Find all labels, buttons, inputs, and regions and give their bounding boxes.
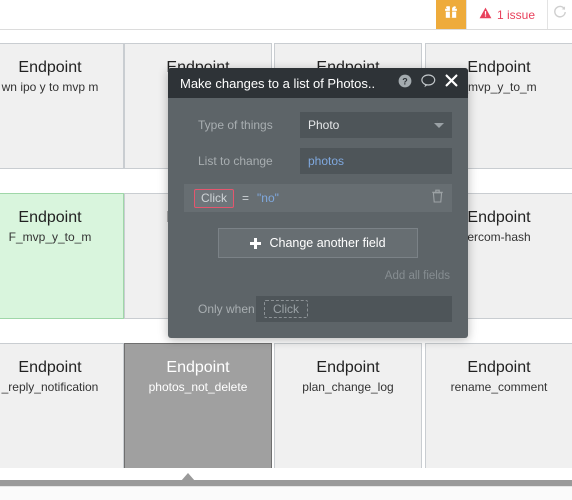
card-subtitle: rename_comment [450, 380, 548, 394]
type-of-things-dropdown[interactable]: Photo [300, 112, 452, 138]
workflow-canvas[interactable]: Endpoint wn ipo y to mvp m Endpoint down… [0, 31, 572, 468]
only-when-row: Only when Click [184, 296, 452, 322]
rail-bottom-strip [0, 486, 572, 500]
card-title: Endpoint [316, 359, 380, 376]
list-to-change-row: List to change photos [184, 148, 452, 174]
modal-body: Type of things Photo List to change phot… [168, 98, 468, 338]
change-another-field-label: Change another field [269, 236, 386, 250]
only-when-input[interactable]: Click [256, 296, 452, 322]
add-all-fields-link[interactable]: Add all fields [184, 270, 452, 282]
type-of-things-row: Type of things Photo [184, 112, 452, 138]
issue-count-label: 1 issue [496, 7, 535, 22]
list-to-change-input[interactable]: photos [300, 148, 452, 174]
card-subtitle: _reply_notification [1, 380, 99, 394]
card-subtitle: photos_not_delete [148, 380, 248, 394]
warning-triangle-icon [479, 7, 492, 22]
endpoint-card[interactable]: Endpoint wn ipo y to mvp m [0, 43, 124, 169]
bottom-rail [0, 468, 572, 500]
endpoint-card[interactable]: Endpoint rename_comment [425, 343, 572, 468]
top-toolbar: 1 issue [0, 0, 572, 30]
condition-operator: = [242, 191, 250, 205]
modal-title: Make changes to a list of Photos.. [180, 75, 376, 91]
only-when-placeholder[interactable]: Click [264, 300, 308, 318]
trash-icon[interactable] [431, 189, 444, 208]
change-another-field-button[interactable]: Change another field [218, 228, 418, 258]
card-subtitle: wn ipo y to mvp m [1, 80, 99, 94]
only-when-label: Only when [198, 302, 255, 316]
issue-indicator[interactable]: 1 issue [465, 0, 548, 29]
svg-text:?: ? [402, 76, 408, 86]
condition-field-placeholder[interactable]: Click [194, 188, 234, 208]
card-title: Endpoint [18, 209, 82, 226]
edit-action-modal: Make changes to a list of Photos.. ? Typ… [168, 68, 468, 338]
chevron-down-icon [434, 122, 444, 128]
rail-marker-triangle-icon [181, 473, 195, 481]
card-title: Endpoint [166, 359, 230, 376]
card-title: Endpoint [18, 59, 82, 76]
card-title: Endpoint [467, 359, 531, 376]
gift-button[interactable] [435, 0, 466, 29]
list-to-change-value: photos [308, 154, 345, 168]
close-icon[interactable] [445, 74, 458, 92]
reload-button[interactable] [548, 0, 572, 29]
endpoint-card-highlighted[interactable]: Endpoint F_mvp_y_to_m [0, 193, 124, 319]
card-title: Endpoint [18, 359, 82, 376]
condition-value[interactable]: "no" [257, 191, 423, 205]
gift-icon [443, 4, 459, 25]
endpoint-card[interactable]: Endpoint _reply_notification [0, 343, 124, 468]
modal-header-actions: ? [398, 73, 458, 93]
card-subtitle: F_mvp_y_to_m [8, 230, 92, 244]
endpoint-card[interactable]: Endpoint plan_change_log [274, 343, 422, 468]
type-of-things-value: Photo [308, 118, 340, 132]
modal-header: Make changes to a list of Photos.. ? [168, 68, 468, 98]
help-circle-icon[interactable]: ? [398, 74, 412, 93]
condition-row[interactable]: Click = "no" [184, 184, 452, 212]
comment-bubble-icon[interactable] [421, 73, 436, 93]
reload-icon [553, 5, 567, 24]
plus-icon [250, 237, 262, 249]
endpoint-card-selected[interactable]: Endpoint photos_not_delete [124, 343, 272, 468]
app-root: 1 issue Endpoint wn ipo y to mvp m Endpo… [0, 0, 572, 500]
card-subtitle: plan_change_log [302, 380, 394, 394]
list-to-change-label: List to change [198, 154, 273, 168]
type-of-things-label: Type of things [198, 118, 273, 132]
